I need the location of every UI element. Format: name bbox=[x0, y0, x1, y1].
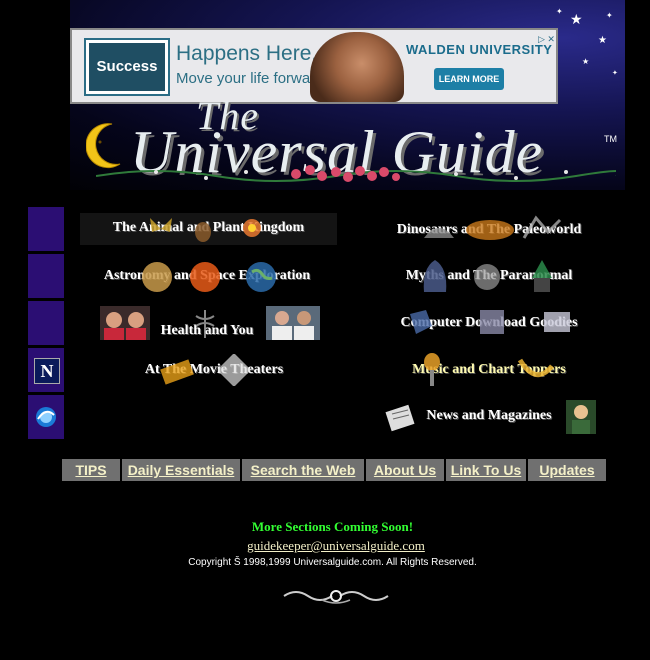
dinosaur-skeleton-icon bbox=[522, 215, 562, 239]
flower-icon bbox=[243, 219, 261, 237]
ad-close-icon[interactable]: ▷ ✕ bbox=[538, 34, 555, 45]
nav-search-web-link[interactable]: Search the Web bbox=[242, 459, 366, 481]
star-icon: ★ bbox=[570, 13, 583, 28]
netscape-link[interactable]: N bbox=[28, 348, 64, 392]
hooded-figure-icon bbox=[423, 260, 447, 292]
star-icon: ✦ bbox=[556, 7, 563, 16]
caduceus-icon bbox=[195, 310, 215, 338]
ghost-icon bbox=[474, 264, 500, 290]
microphone-icon bbox=[424, 353, 440, 386]
doctors-photo-icon bbox=[266, 306, 320, 340]
nav-daily-essentials-link[interactable]: Daily Essentials bbox=[122, 459, 242, 481]
netscape-icon: N bbox=[34, 358, 60, 384]
download-arrow-icon bbox=[410, 310, 432, 334]
nav-about-us-link[interactable]: About Us bbox=[366, 459, 446, 481]
dinosaur-skull-icon bbox=[466, 220, 514, 240]
ad-banner[interactable]: Success Happens Here. Move your life for… bbox=[70, 28, 558, 104]
side-panel-box bbox=[28, 254, 64, 298]
people-photo-icon bbox=[100, 306, 150, 340]
squirrel-icon bbox=[195, 222, 211, 242]
side-panel-box bbox=[28, 207, 64, 251]
saxophone-icon bbox=[517, 358, 554, 378]
scroll-ornament bbox=[283, 590, 389, 604]
explorer-link[interactable] bbox=[28, 395, 64, 439]
nav-link-to-us-link[interactable]: Link To Us bbox=[446, 459, 528, 481]
internet-explorer-icon bbox=[36, 407, 56, 427]
star-icon: ★ bbox=[582, 57, 590, 66]
coming-soon-text: More Sections Coming Soon! bbox=[251, 519, 414, 534]
stegosaurus-icon bbox=[424, 228, 454, 238]
ad-brand: WALDEN UNIVERSITY bbox=[406, 42, 553, 57]
computer-icon bbox=[544, 312, 570, 332]
nav-bar: TIPS Daily Essentials Search the Web Abo… bbox=[62, 459, 606, 481]
ad-headline: Happens Here. bbox=[176, 42, 318, 65]
moon-planet-icon bbox=[142, 262, 172, 292]
trademark-mark: TM bbox=[604, 134, 617, 144]
side-panel-box bbox=[28, 301, 64, 345]
star-icon: ★ bbox=[598, 35, 607, 46]
newsboy-icon bbox=[566, 400, 596, 434]
ad-photo bbox=[310, 32, 404, 102]
earth-icon bbox=[246, 262, 276, 292]
ad-success-box: Success bbox=[84, 38, 170, 96]
ad-learn-more-button[interactable]: LEARN MORE bbox=[434, 68, 504, 90]
nav-updates-link[interactable]: Updates bbox=[528, 459, 606, 481]
section-music-link[interactable]: Music and Chart Toppers bbox=[378, 362, 600, 378]
flower-vine-decoration bbox=[96, 165, 616, 182]
witch-icon bbox=[532, 260, 552, 292]
sun-icon bbox=[190, 262, 220, 292]
star-icon: ✦ bbox=[606, 11, 613, 20]
disk-icon bbox=[480, 310, 504, 334]
copyright-text: Copyright Š 1998,1999 Universalguide.com… bbox=[188, 557, 477, 568]
clapperboard-icon bbox=[218, 354, 250, 386]
section-movies-link[interactable]: At The Movie Theaters bbox=[108, 362, 320, 378]
ad-subline: Move your life forward. bbox=[176, 70, 328, 87]
film-reel-icon bbox=[160, 359, 194, 385]
nav-tips-link[interactable]: TIPS bbox=[62, 459, 122, 481]
butterfly-icon bbox=[150, 218, 172, 232]
section-news-link[interactable]: News and Magazines bbox=[412, 408, 566, 424]
contact-email-link[interactable]: guidekeeper@universalguide.com bbox=[0, 538, 650, 554]
star-icon: ✦ bbox=[612, 69, 618, 77]
